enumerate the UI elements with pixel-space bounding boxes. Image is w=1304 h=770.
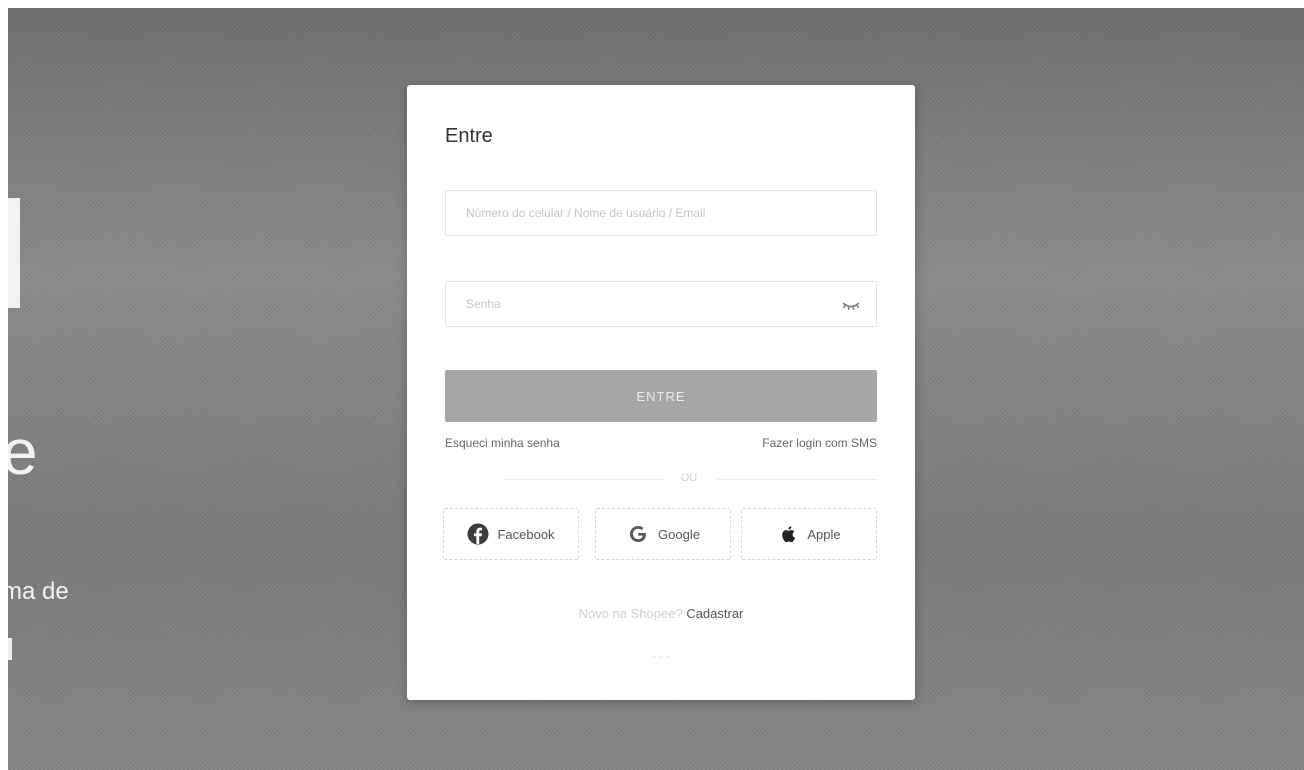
background-headline-fragment: e — [8, 416, 38, 488]
signup-link[interactable]: Cadastrar — [686, 606, 743, 621]
password-field-container — [445, 281, 877, 327]
login-modal: Entre ENTRE Esqueci minha senha Fazer lo… — [407, 85, 915, 700]
facebook-icon — [467, 523, 489, 545]
divider-label: OU — [680, 472, 698, 484]
signup-prompt: Novo na Shopee? — [578, 606, 683, 621]
login-title: Entre — [445, 125, 493, 147]
eye-closed-icon[interactable] — [840, 295, 862, 315]
facebook-login-button[interactable]: Facebook — [443, 508, 579, 560]
login-button[interactable]: ENTRE — [445, 370, 877, 422]
divider-line-right — [717, 479, 877, 480]
username-field-container — [445, 190, 877, 236]
background-banner-block — [8, 198, 20, 308]
auxiliary-links: Esqueci minha senha Fazer login com SMS — [445, 436, 877, 452]
or-divider: OU — [445, 472, 877, 486]
google-login-label: Google — [658, 526, 700, 542]
username-input[interactable] — [446, 191, 876, 235]
password-input[interactable] — [446, 282, 876, 326]
signup-row: Novo na Shopee? Cadastrar — [407, 606, 915, 621]
sms-login-link[interactable]: Fazer login com SMS — [762, 436, 877, 450]
background-tagline-fragment: ma de — [8, 578, 69, 605]
google-icon — [626, 522, 650, 546]
apple-login-label: Apple — [807, 526, 841, 542]
divider-line-left — [505, 479, 665, 480]
apple-login-button[interactable]: Apple — [741, 508, 877, 560]
forgot-password-link[interactable]: Esqueci minha senha — [445, 436, 560, 450]
google-login-button[interactable]: Google — [595, 508, 731, 560]
facebook-login-label: Facebook — [497, 526, 555, 542]
background-decoration — [8, 638, 12, 660]
modal-footer-mark: - - - — [652, 651, 670, 663]
apple-icon — [777, 523, 799, 545]
